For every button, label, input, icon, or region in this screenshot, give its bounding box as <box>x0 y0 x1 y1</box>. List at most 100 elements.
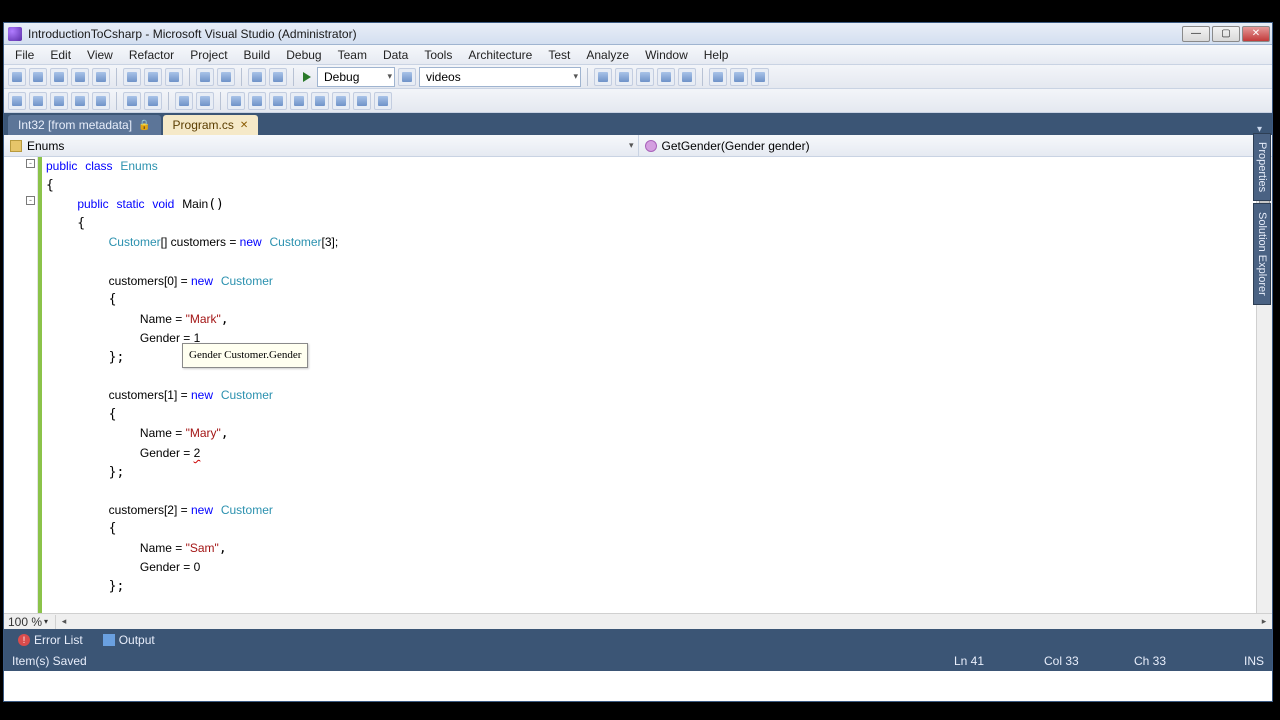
open-button[interactable] <box>50 68 68 86</box>
new-project-button[interactable] <box>8 68 26 86</box>
menu-data[interactable]: Data <box>376 46 415 64</box>
config-combo[interactable]: Debug <box>317 67 395 87</box>
maximize-button[interactable]: ▢ <box>1212 26 1240 42</box>
find-button[interactable] <box>398 68 416 86</box>
separator <box>241 68 242 86</box>
fold-toggle[interactable]: - <box>26 159 35 168</box>
te-d[interactable] <box>71 92 89 110</box>
bookmark-d[interactable] <box>290 92 308 110</box>
tb-c[interactable] <box>636 68 654 86</box>
menu-team[interactable]: Team <box>331 46 374 64</box>
fold-toggle[interactable]: - <box>26 196 35 205</box>
menu-file[interactable]: File <box>8 46 41 64</box>
paste-button[interactable] <box>165 68 183 86</box>
tab-program-cs[interactable]: Program.cs ✕ <box>163 115 259 135</box>
cut-button[interactable] <box>123 68 141 86</box>
zoom-combo[interactable]: 100 % <box>4 615 56 629</box>
menu-debug[interactable]: Debug <box>279 46 328 64</box>
status-ch: Ch 33 <box>1134 654 1224 668</box>
member-nav-value: GetGender(Gender gender) <box>662 139 810 153</box>
bookmark-a[interactable] <box>227 92 245 110</box>
te-c[interactable] <box>50 92 68 110</box>
separator <box>168 92 169 110</box>
copy-button[interactable] <box>144 68 162 86</box>
error-list-tab[interactable]: !Error List <box>10 631 91 649</box>
te-a[interactable] <box>8 92 26 110</box>
save-all-button[interactable] <box>92 68 110 86</box>
bookmark-b[interactable] <box>248 92 266 110</box>
indent-button[interactable] <box>144 92 162 110</box>
scroll-left-icon[interactable]: ◂ <box>56 616 72 627</box>
menu-help[interactable]: Help <box>697 46 736 64</box>
tab-int32[interactable]: Int32 [from metadata] 🔒 <box>8 115 161 135</box>
menu-build[interactable]: Build <box>237 46 278 64</box>
bookmark-h[interactable] <box>374 92 392 110</box>
document-tabstrip: Int32 [from metadata] 🔒 Program.cs ✕ ▾ <box>4 113 1272 135</box>
menu-project[interactable]: Project <box>183 46 234 64</box>
bookmark-c[interactable] <box>269 92 287 110</box>
side-tool-tabs: Properties Solution Explorer <box>1253 133 1273 307</box>
chevron-down-icon[interactable]: ▾ <box>629 140 634 151</box>
menu-window[interactable]: Window <box>638 46 695 64</box>
properties-tab[interactable]: Properties <box>1253 133 1271 201</box>
add-item-button[interactable] <box>29 68 47 86</box>
type-nav-value: Enums <box>27 139 64 153</box>
status-line: Ln 41 <box>954 654 1044 668</box>
nav-back-button[interactable] <box>248 68 266 86</box>
tb-g[interactable] <box>730 68 748 86</box>
separator <box>116 92 117 110</box>
undo-button[interactable] <box>196 68 214 86</box>
bottom-tool-tabs: !Error List Output <box>4 629 1272 651</box>
minimize-button[interactable]: — <box>1182 26 1210 42</box>
menu-edit[interactable]: Edit <box>43 46 78 64</box>
comment-button[interactable] <box>175 92 193 110</box>
tb-a[interactable] <box>594 68 612 86</box>
code-content[interactable]: public class Enums { public static void … <box>42 157 1272 613</box>
scroll-right-icon[interactable]: ▸ <box>1256 616 1272 627</box>
statusbar: Item(s) Saved Ln 41 Col 33 Ch 33 INS <box>4 651 1272 671</box>
code-editor[interactable]: - - public class Enums { public static v… <box>4 157 1272 613</box>
tb-b[interactable] <box>615 68 633 86</box>
start-debug-button[interactable] <box>303 72 311 82</box>
menu-refactor[interactable]: Refactor <box>122 46 181 64</box>
separator <box>220 92 221 110</box>
horizontal-scrollbar[interactable]: 100 % ◂ ▸ <box>4 613 1272 629</box>
solution-explorer-tab[interactable]: Solution Explorer <box>1253 203 1271 305</box>
output-tab[interactable]: Output <box>95 631 163 649</box>
editor-gutter[interactable]: - - <box>4 157 38 613</box>
bookmark-e[interactable] <box>311 92 329 110</box>
tb-e[interactable] <box>678 68 696 86</box>
error-icon: ! <box>18 634 30 646</box>
tb-d[interactable] <box>657 68 675 86</box>
method-icon <box>645 140 657 152</box>
member-nav-combo[interactable]: GetGender(Gender gender) ▾ <box>639 135 1273 156</box>
uncomment-button[interactable] <box>196 92 214 110</box>
redo-button[interactable] <box>217 68 235 86</box>
close-tab-icon[interactable]: ✕ <box>240 120 248 131</box>
separator <box>116 68 117 86</box>
intellisense-tooltip: Gender Customer.Gender <box>182 343 308 368</box>
outdent-button[interactable] <box>123 92 141 110</box>
output-icon <box>103 634 115 646</box>
menu-tools[interactable]: Tools <box>417 46 459 64</box>
bookmark-f[interactable] <box>332 92 350 110</box>
te-b[interactable] <box>29 92 47 110</box>
status-col: Col 33 <box>1044 654 1134 668</box>
close-button[interactable]: ✕ <box>1242 26 1270 42</box>
menu-test[interactable]: Test <box>541 46 577 64</box>
titlebar[interactable]: IntroductionToCsharp - Microsoft Visual … <box>4 23 1272 45</box>
nav-fwd-button[interactable] <box>269 68 287 86</box>
lock-icon: 🔒 <box>138 120 150 131</box>
menu-analyze[interactable]: Analyze <box>579 46 636 64</box>
type-nav-combo[interactable]: Enums ▾ <box>4 135 639 156</box>
menu-view[interactable]: View <box>80 46 120 64</box>
save-button[interactable] <box>71 68 89 86</box>
menu-architecture[interactable]: Architecture <box>461 46 539 64</box>
te-e[interactable] <box>92 92 110 110</box>
bookmark-g[interactable] <box>353 92 371 110</box>
tb-h[interactable] <box>751 68 769 86</box>
status-message: Item(s) Saved <box>12 654 954 668</box>
search-combo[interactable]: videos <box>419 67 581 87</box>
tb-f[interactable] <box>709 68 727 86</box>
toolbar-text <box>4 89 1272 113</box>
